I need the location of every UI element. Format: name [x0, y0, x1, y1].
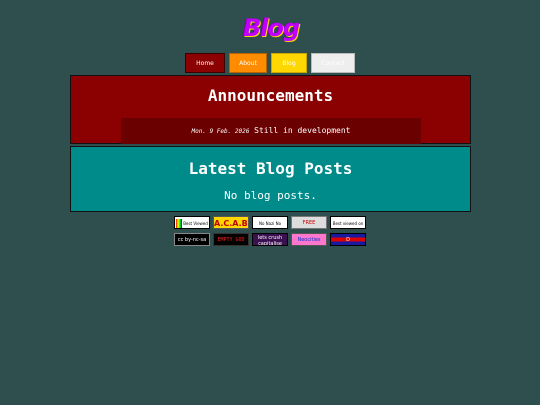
- no-posts-text: No blog posts.: [224, 189, 317, 202]
- nav-contact-button[interactable]: Contact: [311, 53, 355, 73]
- main-nav: Home About Blog Contact: [185, 53, 359, 73]
- announcements-heading: Announcements: [207, 86, 334, 105]
- best-viewed-desktop-badge[interactable]: Best viewed on desktop: [330, 216, 366, 229]
- flag-badge[interactable]: D: [330, 233, 366, 246]
- best-viewed-badge[interactable]: Best Viewed 800 x 600: [174, 216, 210, 229]
- crush-capitalism-badge[interactable]: lets crush capitalise: [252, 233, 288, 246]
- nav-blog-button[interactable]: Blog: [271, 53, 307, 73]
- palestine-badge[interactable]: FREE PALESTINE: [291, 216, 327, 229]
- site-logo[interactable]: Blog: [243, 13, 300, 43]
- announcement-item: Mon. 9 Feb. 2026 Still in development: [121, 118, 421, 144]
- announcement-text: Still in development: [254, 126, 351, 135]
- blog-posts-panel: Latest Blog Posts No blog posts.: [70, 146, 471, 212]
- announcements-panel: Announcements Mon. 9 Feb. 2026 Still in …: [70, 75, 471, 144]
- acab-badge[interactable]: A.C.A.B.: [213, 216, 249, 229]
- announcement-date: Mon. 9 Feb. 2026: [191, 128, 250, 135]
- empty-badge[interactable]: EMPTY GOD: [213, 233, 249, 246]
- nav-home-button[interactable]: Home: [185, 53, 225, 73]
- blog-posts-heading: Latest Blog Posts: [188, 159, 353, 178]
- no-nazi-badge[interactable]: No Nazi No Fascists卐: [252, 216, 288, 229]
- neocities-badge[interactable]: Neocities: [291, 233, 327, 246]
- creative-commons-badge[interactable]: cc by-nc-sa: [174, 233, 210, 246]
- nav-about-button[interactable]: About: [229, 53, 267, 73]
